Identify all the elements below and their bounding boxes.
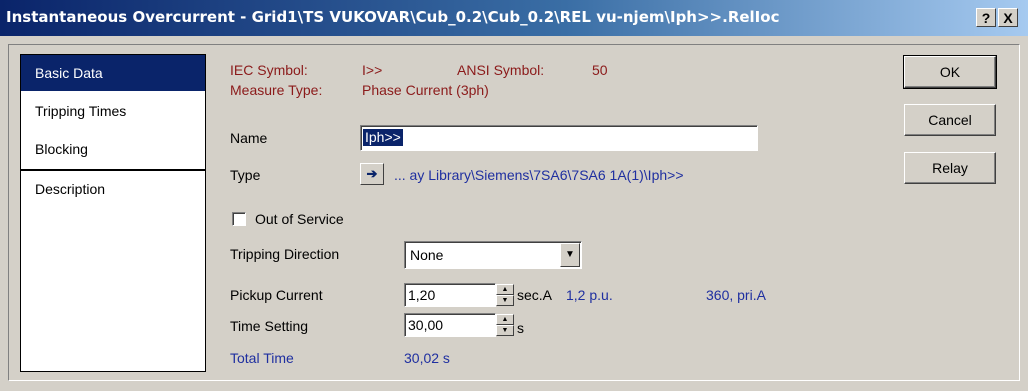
ansi-symbol-label: ANSI Symbol: [457, 62, 545, 78]
ok-button[interactable]: OK [903, 55, 997, 89]
pickup-current-unit: sec.A [517, 287, 553, 303]
nav-item-basic-data[interactable]: Basic Data [21, 55, 205, 91]
window-title: Instantaneous Overcurrent - Grid1\TS VUK… [6, 8, 780, 26]
pickup-current-pu: 1,2 p.u. [566, 287, 613, 303]
arrow-right-icon: ➔ [366, 166, 378, 181]
measure-type-value: Phase Current (3ph) [362, 82, 489, 98]
type-jump-button[interactable]: ➔ [360, 163, 384, 185]
tripping-direction-label: Tripping Direction [230, 246, 340, 262]
iec-symbol-label: IEC Symbol: [230, 62, 308, 78]
pickup-current-input[interactable]: 1,20 [404, 283, 496, 307]
measure-type-label: Measure Type: [230, 82, 323, 98]
total-time-value: 30,02 s [404, 350, 450, 366]
time-setting-input[interactable]: 30,00 [404, 313, 496, 337]
pickup-current-label: Pickup Current [230, 287, 323, 303]
type-label: Type [230, 167, 261, 183]
out-of-service-label: Out of Service [255, 211, 344, 227]
name-label: Name [230, 130, 268, 146]
total-time-label: Total Time [230, 350, 294, 366]
time-setting-unit: s [517, 320, 524, 336]
tripping-direction-select[interactable]: None ▼ [404, 241, 582, 269]
pickup-current-primary: 360, pri.A [706, 287, 766, 303]
name-field[interactable]: Iph>> [360, 125, 758, 151]
relay-button[interactable]: Relay [904, 152, 996, 184]
help-button[interactable]: ? [976, 8, 996, 27]
time-setting-value: 30,00 [408, 317, 444, 333]
ansi-symbol-value: 50 [592, 62, 608, 78]
page-navigation: Basic Data Tripping Times Blocking Descr… [20, 54, 206, 372]
tripping-direction-value: None [410, 247, 444, 263]
time-setting-label: Time Setting [230, 318, 309, 334]
out-of-service-checkbox[interactable] [232, 212, 246, 226]
iec-symbol-value: I>> [362, 62, 383, 78]
type-link[interactable]: ... ay Library\Siemens\7SA6\7SA6 1A(1)\I… [394, 167, 684, 183]
spin-down-icon[interactable]: ▼ [496, 295, 514, 306]
nav-item-description[interactable]: Description [21, 171, 205, 207]
pickup-current-spinner[interactable]: ▲ ▼ [496, 284, 514, 306]
chevron-down-icon[interactable]: ▼ [560, 243, 580, 267]
time-setting-spinner[interactable]: ▲ ▼ [496, 314, 514, 336]
spin-down-icon[interactable]: ▼ [496, 325, 514, 336]
spin-up-icon[interactable]: ▲ [496, 284, 514, 295]
pickup-current-value: 1,20 [408, 287, 436, 303]
close-button[interactable]: X [998, 8, 1018, 27]
cancel-button[interactable]: Cancel [904, 104, 996, 136]
nav-item-tripping-times[interactable]: Tripping Times [21, 93, 205, 129]
nav-item-blocking[interactable]: Blocking [21, 131, 205, 167]
name-value: Iph>> [363, 129, 403, 146]
spin-up-icon[interactable]: ▲ [496, 314, 514, 325]
title-bar: Instantaneous Overcurrent - Grid1\TS VUK… [0, 0, 1028, 36]
